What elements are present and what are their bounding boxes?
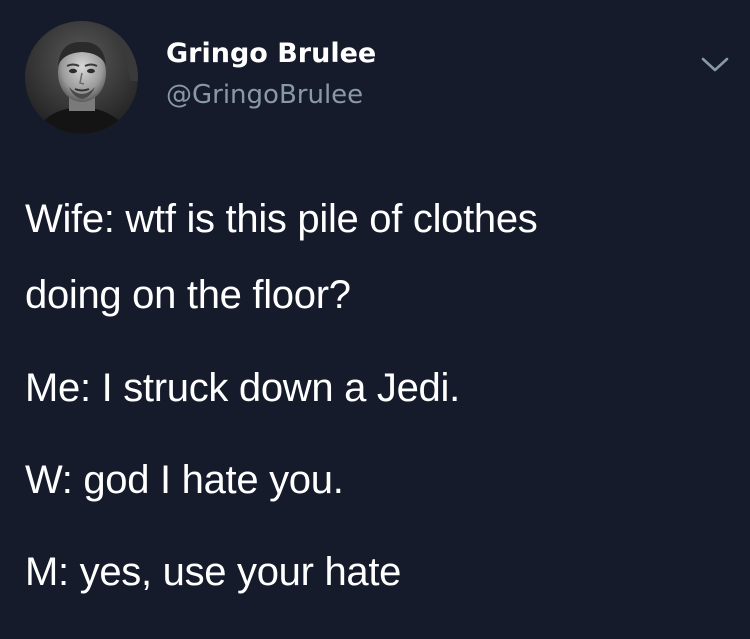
user-handle[interactable]: @GringoBrulee [166,78,376,112]
profile-photo [25,21,138,134]
author-info: Gringo Brulee @GringoBrulee [166,38,376,112]
display-name[interactable]: Gringo Brulee [166,38,376,70]
tweet-card: Gringo Brulee @GringoBrulee Wife: wtf is… [0,0,750,639]
tweet-line: doing on the floor? [25,273,351,317]
tweet-line: Me: I struck down a Jedi. [25,366,460,410]
tweet-line: Wife: wtf is this pile of clothes [25,197,538,241]
tweet-text: Wife: wtf is this pile of clothes doing … [25,192,725,599]
tweet-line: W: god I hate you. [25,458,344,502]
tweet-line: M: yes, use your hate [25,550,402,594]
avatar[interactable] [25,21,138,134]
chevron-down-icon[interactable] [698,51,732,77]
